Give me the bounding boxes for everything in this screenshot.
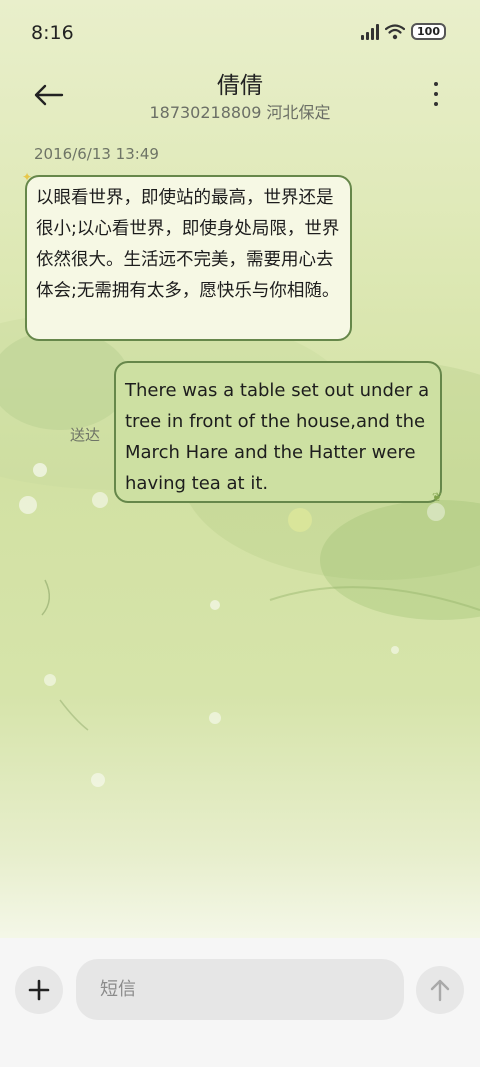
signal-icon (361, 23, 380, 40)
status-bar: 8:16 100 (0, 0, 480, 66)
contact-name: 倩倩 (217, 73, 263, 99)
more-options-button[interactable] (424, 79, 448, 109)
status-icons: 100 (361, 23, 446, 40)
message-input[interactable] (76, 959, 404, 1020)
battery-icon: 100 (411, 23, 446, 40)
arrow-up-icon (430, 979, 450, 1002)
plus-icon (28, 979, 50, 1001)
incoming-message-bubble[interactable]: 以眼看世界，即使站的最高，世界还是很小;以心看世界，即使身处局限，世界依然很大。… (25, 175, 352, 341)
outgoing-message-bubble[interactable]: There was a table set out under a tree i… (114, 361, 442, 503)
status-time: 8:16 (31, 22, 74, 44)
contact-subtitle: 18730218809 河北保定 (149, 103, 331, 122)
add-attachment-button[interactable] (15, 966, 63, 1014)
delivery-status: 送达 (70, 426, 101, 444)
message-timestamp: 2016/6/13 13:49 (34, 145, 159, 163)
wifi-icon (385, 23, 406, 39)
leaf-icon: ❦ (432, 490, 443, 504)
more-vertical-icon (434, 82, 438, 86)
send-button[interactable] (416, 966, 464, 1014)
